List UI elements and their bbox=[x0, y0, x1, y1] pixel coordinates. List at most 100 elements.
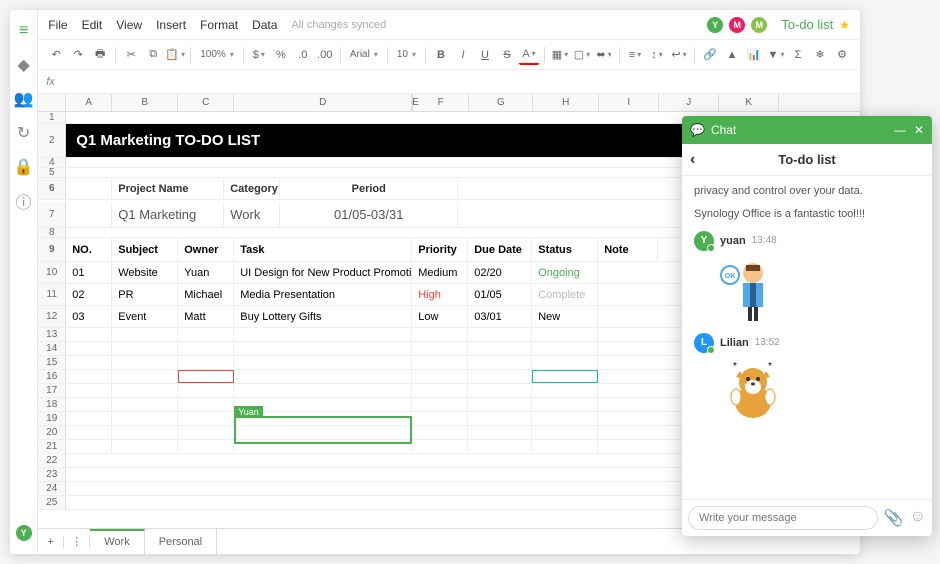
hdr-category: Category bbox=[224, 178, 280, 199]
halign-icon[interactable]: ≡ bbox=[625, 45, 645, 65]
copy-icon[interactable]: ⧉ bbox=[143, 45, 163, 65]
th-note: Note bbox=[598, 238, 658, 261]
val-category[interactable]: Work bbox=[224, 202, 280, 227]
menu-file[interactable]: File bbox=[48, 18, 67, 32]
col-I[interactable]: I bbox=[599, 94, 659, 111]
redo-icon[interactable]: ↷ bbox=[68, 45, 88, 65]
chat-icon: 💬 bbox=[690, 123, 705, 137]
wrap-icon[interactable]: ↩ bbox=[669, 45, 689, 65]
menu-data[interactable]: Data bbox=[252, 18, 277, 32]
star-icon[interactable]: ★ bbox=[839, 18, 850, 32]
sheet-tab-personal[interactable]: Personal bbox=[145, 529, 217, 554]
text-color-icon[interactable]: A bbox=[519, 45, 539, 65]
collab-avatar-1[interactable]: Y bbox=[707, 17, 723, 33]
left-rail: ≡ ◆ 👥 ↻ 🔒 ⓘ Y bbox=[10, 10, 38, 554]
lock-icon[interactable]: 🔒 bbox=[15, 158, 33, 176]
avatar: Y bbox=[694, 231, 714, 251]
minimize-icon[interactable]: — bbox=[894, 123, 906, 137]
menu-view[interactable]: View bbox=[116, 18, 142, 32]
menu-insert[interactable]: Insert bbox=[156, 18, 186, 32]
col-F[interactable]: F bbox=[413, 94, 469, 111]
cut-icon[interactable]: ✂ bbox=[121, 45, 141, 65]
document-name[interactable]: To-do list bbox=[781, 17, 833, 32]
italic-icon[interactable]: I bbox=[453, 45, 473, 65]
link-icon[interactable]: 🔗 bbox=[700, 45, 720, 65]
attach-icon[interactable]: 📎 bbox=[884, 508, 904, 528]
chat-user-header: L Lilian 13:52 bbox=[694, 333, 920, 353]
col-J[interactable]: J bbox=[659, 94, 719, 111]
chat-panel: 💬 Chat — ✕ ‹ To-do list privacy and cont… bbox=[682, 116, 932, 536]
border-icon[interactable]: ▢ bbox=[572, 45, 592, 65]
chat-title: Chat bbox=[711, 123, 736, 137]
dec-inc-icon[interactable]: .00 bbox=[315, 45, 335, 65]
strike-icon[interactable]: S bbox=[497, 45, 517, 65]
people-icon[interactable]: 👥 bbox=[15, 90, 33, 108]
valign-icon[interactable]: ↕ bbox=[647, 45, 667, 65]
chat-body[interactable]: privacy and control over your data. Syno… bbox=[682, 176, 932, 499]
info-icon[interactable]: ⓘ bbox=[15, 192, 33, 210]
chat-header: 💬 Chat — ✕ bbox=[682, 116, 932, 144]
settings-icon[interactable]: ⚙ bbox=[832, 45, 852, 65]
chat-input[interactable] bbox=[688, 506, 878, 530]
chat-message: Synology Office is a fantastic tool!!! bbox=[694, 207, 920, 222]
merge-icon[interactable]: ⬌ bbox=[594, 45, 614, 65]
collab-avatar-2[interactable]: M bbox=[729, 17, 745, 33]
val-period[interactable]: 01/05-03/31 bbox=[280, 202, 458, 227]
history-icon[interactable]: ↻ bbox=[15, 124, 33, 142]
paste-icon[interactable]: 📋 bbox=[165, 45, 185, 65]
hdr-project-name: Project Name bbox=[112, 178, 224, 199]
col-K[interactable]: K bbox=[719, 94, 779, 111]
col-C[interactable]: C bbox=[178, 94, 234, 111]
chat-subheader: ‹ To-do list bbox=[682, 144, 932, 176]
font-size[interactable]: 10 bbox=[393, 49, 420, 60]
print-icon[interactable]: 🖶 bbox=[90, 45, 110, 65]
close-icon[interactable]: ✕ bbox=[914, 123, 924, 137]
bold-icon[interactable]: B bbox=[431, 45, 451, 65]
zoom-select[interactable]: 100% bbox=[196, 49, 238, 60]
back-icon[interactable]: ‹ bbox=[690, 151, 695, 169]
toolbar: ↶ ↷ 🖶 ✂ ⧉ 📋 100% $ % .0 .00 Arial 10 B I… bbox=[38, 40, 860, 70]
sync-status: All changes synced bbox=[291, 19, 386, 31]
sticker-ok-man: OK bbox=[718, 255, 788, 325]
menu-icon[interactable]: ≡ bbox=[15, 22, 33, 40]
menu-format[interactable]: Format bbox=[200, 18, 238, 32]
freeze-icon[interactable]: ❄ bbox=[810, 45, 830, 65]
undo-icon[interactable]: ↶ bbox=[46, 45, 66, 65]
chart-icon[interactable]: 📊 bbox=[744, 45, 764, 65]
fill-color-icon[interactable]: ▦ bbox=[550, 45, 570, 65]
menu-edit[interactable]: Edit bbox=[82, 18, 103, 32]
font-select[interactable]: Arial bbox=[346, 49, 382, 60]
image-icon[interactable]: ▲ bbox=[722, 45, 742, 65]
filter-icon[interactable]: ▼ bbox=[766, 45, 786, 65]
percent-icon[interactable]: % bbox=[271, 45, 291, 65]
menu-bar: File Edit View Insert Format Data All ch… bbox=[38, 10, 860, 40]
dec-dec-icon[interactable]: .0 bbox=[293, 45, 313, 65]
col-B[interactable]: B bbox=[112, 94, 178, 111]
currency-icon[interactable]: $ bbox=[249, 45, 269, 65]
th-owner: Owner bbox=[178, 238, 234, 261]
th-status: Status bbox=[532, 238, 598, 261]
col-H[interactable]: H bbox=[533, 94, 599, 111]
column-headers: A B C D E F G H I J K bbox=[38, 94, 860, 112]
col-A[interactable]: A bbox=[66, 94, 112, 111]
formula-bar[interactable]: fx bbox=[38, 70, 860, 94]
svg-text:OK: OK bbox=[725, 273, 736, 280]
col-D[interactable]: D bbox=[234, 94, 412, 111]
sheet-menu-button[interactable]: ⋮ bbox=[64, 535, 90, 548]
add-sheet-button[interactable]: + bbox=[38, 536, 64, 548]
emoji-icon[interactable]: ☺ bbox=[910, 508, 926, 528]
user-avatar-rail[interactable]: Y bbox=[15, 524, 33, 542]
th-subject: Subject bbox=[112, 238, 178, 261]
val-project-name[interactable]: Q1 Marketing bbox=[112, 202, 224, 227]
hdr-period: Period bbox=[280, 178, 458, 199]
th-priority: Priority bbox=[412, 238, 468, 261]
col-G[interactable]: G bbox=[469, 94, 533, 111]
svg-text:*: * bbox=[768, 361, 772, 372]
tag-icon[interactable]: ◆ bbox=[15, 56, 33, 74]
sheet-tab-work[interactable]: Work bbox=[90, 529, 144, 554]
svg-text:*: * bbox=[733, 361, 737, 372]
collab-avatar-3[interactable]: M bbox=[751, 17, 767, 33]
user-cursor-label: Yuan bbox=[234, 406, 263, 418]
sigma-icon[interactable]: Σ bbox=[788, 45, 808, 65]
underline-icon[interactable]: U bbox=[475, 45, 495, 65]
